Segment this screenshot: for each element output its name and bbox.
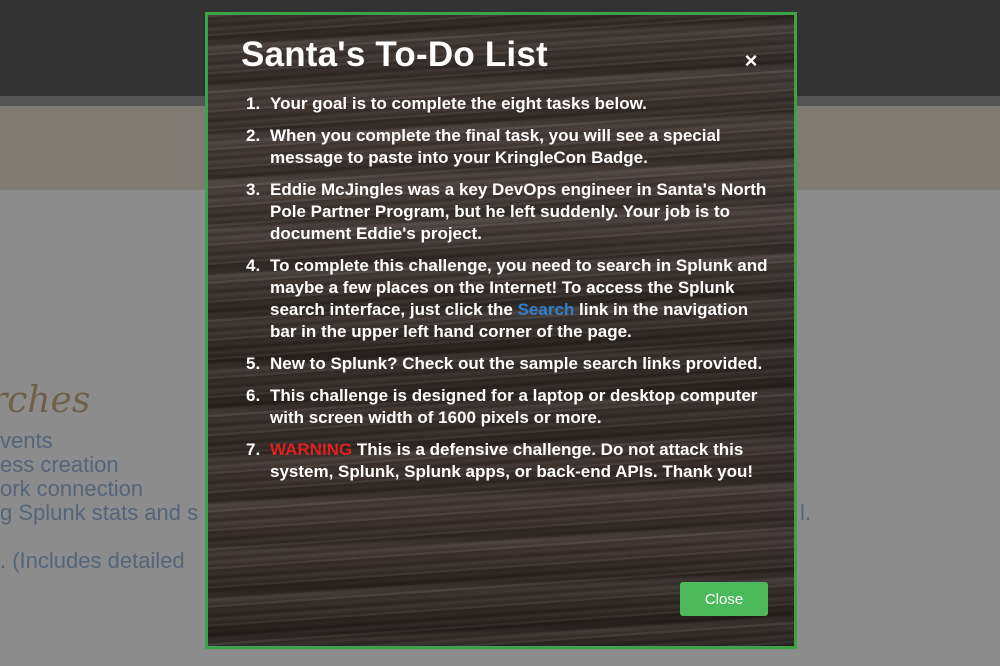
list-item: 1. Your goal is to complete the eight ta… xyxy=(238,93,768,115)
todo-list: 1. Your goal is to complete the eight ta… xyxy=(238,93,768,493)
list-item: 2. When you complete the final task, you… xyxy=(238,125,768,169)
item-text: New to Splunk? Check out the sample sear… xyxy=(270,354,763,373)
item-text: Your goal is to complete the eight tasks… xyxy=(270,94,647,113)
item-number: 6. xyxy=(246,386,261,405)
item-number: 5. xyxy=(246,354,261,373)
close-button[interactable]: Close xyxy=(680,582,768,616)
list-item: 5. New to Splunk? Check out the sample s… xyxy=(238,353,768,375)
item-text: This challenge is designed for a laptop … xyxy=(270,386,758,427)
list-item: 6. This challenge is designed for a lapt… xyxy=(238,385,768,429)
item-text: Eddie McJingles was a key DevOps enginee… xyxy=(270,180,767,243)
item-number: 2. xyxy=(246,126,261,145)
modal-title: Santa's To-Do List xyxy=(241,35,548,74)
search-link[interactable]: Search xyxy=(518,300,575,319)
list-item: 4. To complete this challenge, you need … xyxy=(238,255,768,343)
close-icon[interactable]: × xyxy=(741,50,761,72)
list-item: 3. Eddie McJingles was a key DevOps engi… xyxy=(238,179,768,245)
todo-modal: Santa's To-Do List × 1. Your goal is to … xyxy=(205,12,797,649)
item-number: 1. xyxy=(246,94,261,113)
item-number: 3. xyxy=(246,180,261,199)
item-text: When you complete the final task, you wi… xyxy=(270,126,721,167)
warning-label: WARNING xyxy=(270,440,353,459)
item-number: 7. xyxy=(246,440,261,459)
list-item: 7. WARNING This is a defensive challenge… xyxy=(238,439,768,483)
item-number: 4. xyxy=(246,256,261,275)
